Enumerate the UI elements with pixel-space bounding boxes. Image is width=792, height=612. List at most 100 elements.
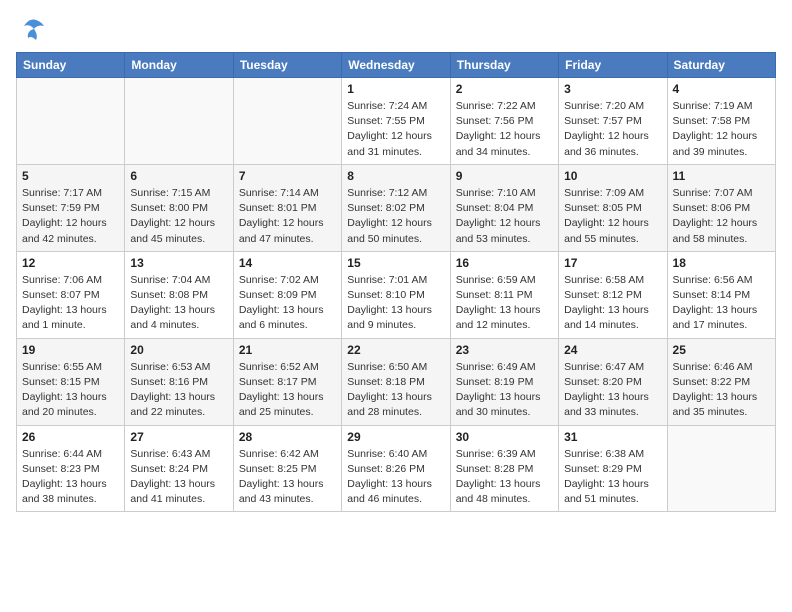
day-info: Sunrise: 6:38 AMSunset: 8:29 PMDaylight:… [564, 447, 661, 508]
column-header-thursday: Thursday [450, 53, 558, 78]
calendar-cell: 6Sunrise: 7:15 AMSunset: 8:00 PMDaylight… [125, 164, 233, 251]
calendar-cell: 7 Sunrise: 7:14 AMSunset: 8:01 PMDaylight… [233, 164, 341, 251]
calendar-cell: 9Sunrise: 7:10 AMSunset: 8:04 PMDaylight… [450, 164, 558, 251]
day-info: Sunrise: 7:15 AMSunset: 8:00 PMDaylight:… [130, 186, 227, 247]
day-info: Sunrise: 6:39 AMSunset: 8:28 PMDaylight:… [456, 447, 553, 508]
day-info: Sunrise: 6:46 AMSunset: 8:22 PMDaylight:… [673, 360, 770, 421]
day-info: Sunrise: 7:19 AMSunset: 7:58 PMDaylight:… [673, 99, 770, 160]
calendar-week-row: 19 Sunrise: 6:55 AMSunset: 8:15 PMDayligh… [17, 338, 776, 425]
calendar-week-row: 26 Sunrise: 6:44 AMSunset: 8:23 PMDayligh… [17, 425, 776, 512]
calendar-cell: 10 Sunrise: 7:09 AMSunset: 8:05 PMDayligh… [559, 164, 667, 251]
calendar-cell: 4 Sunrise: 7:19 AMSunset: 7:58 PMDaylight… [667, 78, 775, 165]
day-number: 19 [22, 343, 119, 357]
calendar-cell: 21 Sunrise: 6:52 AMSunset: 8:17 PMDayligh… [233, 338, 341, 425]
calendar-cell: 11 Sunrise: 7:07 AMSunset: 8:06 PMDayligh… [667, 164, 775, 251]
day-info: Sunrise: 6:42 AMSunset: 8:25 PMDaylight:… [239, 447, 336, 508]
calendar-cell: 19 Sunrise: 6:55 AMSunset: 8:15 PMDayligh… [17, 338, 125, 425]
day-info: Sunrise: 6:52 AMSunset: 8:17 PMDaylight:… [239, 360, 336, 421]
day-number: 7 [239, 169, 336, 183]
calendar-cell: 1 Sunrise: 7:24 AMSunset: 7:55 PMDaylight… [342, 78, 450, 165]
day-number: 23 [456, 343, 553, 357]
day-number: 24 [564, 343, 661, 357]
day-number: 4 [673, 82, 770, 96]
day-info: Sunrise: 6:49 AMSunset: 8:19 PMDaylight:… [456, 360, 553, 421]
calendar-table: SundayMondayTuesdayWednesdayThursdayFrid… [16, 52, 776, 512]
day-number: 30 [456, 430, 553, 444]
calendar-cell: 8 Sunrise: 7:12 AMSunset: 8:02 PMDaylight… [342, 164, 450, 251]
calendar-cell: 15 Sunrise: 7:01 AMSunset: 8:10 PMDayligh… [342, 251, 450, 338]
day-info: Sunrise: 6:56 AMSunset: 8:14 PMDaylight:… [673, 273, 770, 334]
day-number: 18 [673, 256, 770, 270]
calendar-cell: 22 Sunrise: 6:50 AMSunset: 8:18 PMDayligh… [342, 338, 450, 425]
day-number: 27 [130, 430, 227, 444]
calendar-cell: 25 Sunrise: 6:46 AMSunset: 8:22 PMDayligh… [667, 338, 775, 425]
calendar-cell: 20 Sunrise: 6:53 AMSunset: 8:16 PMDayligh… [125, 338, 233, 425]
day-info: Sunrise: 6:58 AMSunset: 8:12 PMDaylight:… [564, 273, 661, 334]
day-info: Sunrise: 7:01 AMSunset: 8:10 PMDaylight:… [347, 273, 444, 334]
day-info: Sunrise: 7:02 AMSunset: 8:09 PMDaylight:… [239, 273, 336, 334]
column-header-friday: Friday [559, 53, 667, 78]
day-number: 12 [22, 256, 119, 270]
calendar-cell: 31 Sunrise: 6:38 AMSunset: 8:29 PMDayligh… [559, 425, 667, 512]
day-number: 3 [564, 82, 661, 96]
calendar-cell: 30 Sunrise: 6:39 AMSunset: 8:28 PMDayligh… [450, 425, 558, 512]
calendar-week-row: 1 Sunrise: 7:24 AMSunset: 7:55 PMDaylight… [17, 78, 776, 165]
day-info: Sunrise: 7:20 AMSunset: 7:57 PMDaylight:… [564, 99, 661, 160]
day-number: 21 [239, 343, 336, 357]
day-info: Sunrise: 7:06 AMSunset: 8:07 PMDaylight:… [22, 273, 119, 334]
day-info: Sunrise: 7:22 AMSunset: 7:56 PMDaylight:… [456, 99, 553, 160]
column-header-saturday: Saturday [667, 53, 775, 78]
column-header-monday: Monday [125, 53, 233, 78]
day-number: 20 [130, 343, 227, 357]
calendar-week-row: 5Sunrise: 7:17 AMSunset: 7:59 PMDaylight… [17, 164, 776, 251]
day-number: 22 [347, 343, 444, 357]
day-number: 29 [347, 430, 444, 444]
day-number: 14 [239, 256, 336, 270]
day-info: Sunrise: 7:07 AMSunset: 8:06 PMDaylight:… [673, 186, 770, 247]
day-number: 2 [456, 82, 553, 96]
calendar-cell [125, 78, 233, 165]
day-number: 31 [564, 430, 661, 444]
calendar-cell: 3 Sunrise: 7:20 AMSunset: 7:57 PMDaylight… [559, 78, 667, 165]
day-number: 26 [22, 430, 119, 444]
day-info: Sunrise: 7:04 AMSunset: 8:08 PMDaylight:… [130, 273, 227, 334]
day-info: Sunrise: 6:59 AMSunset: 8:11 PMDaylight:… [456, 273, 553, 334]
calendar-cell: 16 Sunrise: 6:59 AMSunset: 8:11 PMDayligh… [450, 251, 558, 338]
day-info: Sunrise: 7:24 AMSunset: 7:55 PMDaylight:… [347, 99, 444, 160]
day-number: 28 [239, 430, 336, 444]
calendar-cell: 2 Sunrise: 7:22 AMSunset: 7:56 PMDaylight… [450, 78, 558, 165]
day-number: 25 [673, 343, 770, 357]
day-info: Sunrise: 6:40 AMSunset: 8:26 PMDaylight:… [347, 447, 444, 508]
day-info: Sunrise: 6:55 AMSunset: 8:15 PMDaylight:… [22, 360, 119, 421]
calendar-cell: 26 Sunrise: 6:44 AMSunset: 8:23 PMDayligh… [17, 425, 125, 512]
day-number: 10 [564, 169, 661, 183]
day-info: Sunrise: 6:53 AMSunset: 8:16 PMDaylight:… [130, 360, 227, 421]
calendar-cell: 5Sunrise: 7:17 AMSunset: 7:59 PMDaylight… [17, 164, 125, 251]
day-info: Sunrise: 7:14 AMSunset: 8:01 PMDaylight:… [239, 186, 336, 247]
page-header [16, 16, 776, 44]
day-number: 16 [456, 256, 553, 270]
column-header-wednesday: Wednesday [342, 53, 450, 78]
day-info: Sunrise: 7:09 AMSunset: 8:05 PMDaylight:… [564, 186, 661, 247]
day-number: 13 [130, 256, 227, 270]
day-info: Sunrise: 6:44 AMSunset: 8:23 PMDaylight:… [22, 447, 119, 508]
day-number: 1 [347, 82, 444, 96]
logo [16, 16, 50, 44]
calendar-cell: 12 Sunrise: 7:06 AMSunset: 8:07 PMDayligh… [17, 251, 125, 338]
day-info: Sunrise: 6:43 AMSunset: 8:24 PMDaylight:… [130, 447, 227, 508]
calendar-cell: 17Sunrise: 6:58 AMSunset: 8:12 PMDayligh… [559, 251, 667, 338]
column-header-tuesday: Tuesday [233, 53, 341, 78]
day-number: 11 [673, 169, 770, 183]
calendar-cell [233, 78, 341, 165]
calendar-cell: 29 Sunrise: 6:40 AMSunset: 8:26 PMDayligh… [342, 425, 450, 512]
day-number: 8 [347, 169, 444, 183]
day-info: Sunrise: 6:50 AMSunset: 8:18 PMDaylight:… [347, 360, 444, 421]
calendar-cell [667, 425, 775, 512]
day-number: 5 [22, 169, 119, 183]
calendar-cell: 14 Sunrise: 7:02 AMSunset: 8:09 PMDayligh… [233, 251, 341, 338]
day-info: Sunrise: 7:12 AMSunset: 8:02 PMDaylight:… [347, 186, 444, 247]
day-number: 15 [347, 256, 444, 270]
calendar-cell: 27 Sunrise: 6:43 AMSunset: 8:24 PMDayligh… [125, 425, 233, 512]
calendar-cell: 28 Sunrise: 6:42 AMSunset: 8:25 PMDayligh… [233, 425, 341, 512]
day-info: Sunrise: 7:10 AMSunset: 8:04 PMDaylight:… [456, 186, 553, 247]
